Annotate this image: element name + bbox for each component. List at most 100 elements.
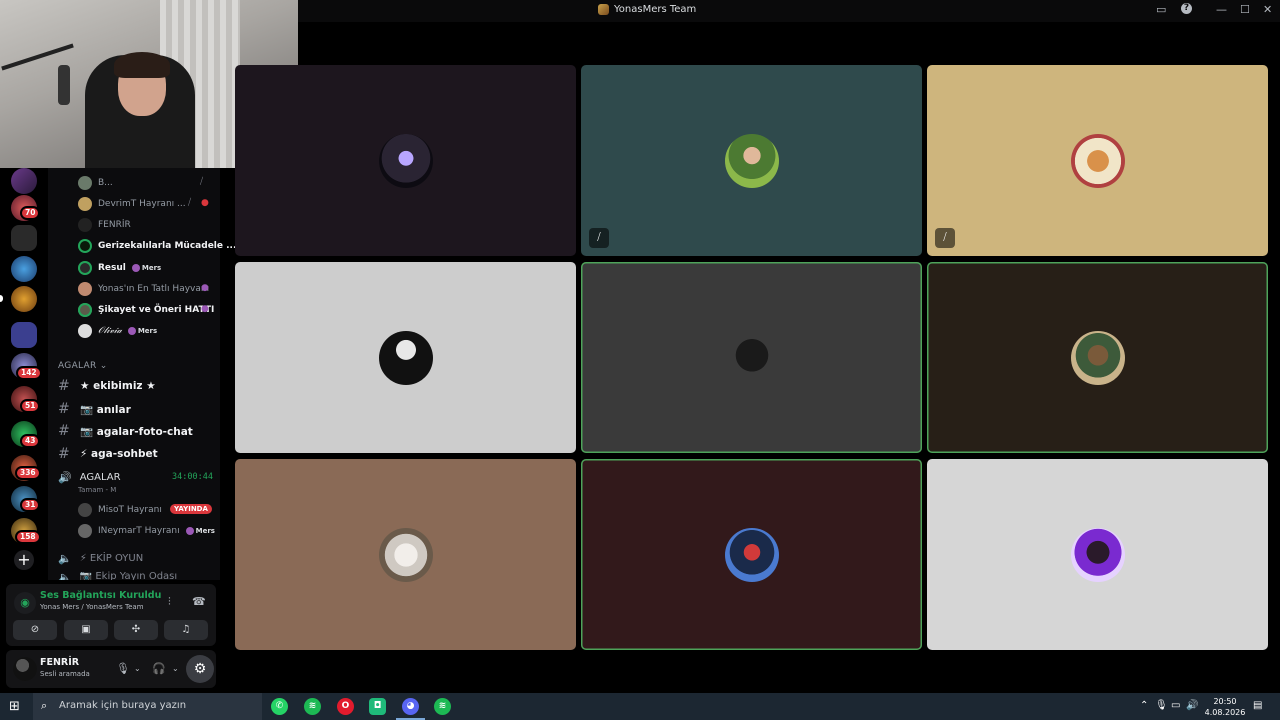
avatar [78, 503, 92, 517]
voice-user[interactable]: B... [78, 173, 113, 193]
muted-icon: ⧸ [188, 198, 192, 208]
participant-tile[interactable] [927, 459, 1268, 650]
role-icon: ● [201, 283, 209, 293]
chevron-down-icon[interactable]: ⌄ [134, 664, 141, 673]
avatar [78, 261, 92, 275]
chevron-up-icon[interactable]: ⌃ [1140, 700, 1148, 711]
text-channel[interactable]: # 📷 anılar [58, 399, 131, 419]
signal-icon: ◉ [14, 592, 36, 614]
voice-status: Tamam - M [78, 486, 117, 494]
voice-user[interactable]: Resul Mers [78, 258, 161, 278]
voice-user[interactable]: Gerizekalılarla Mücadele ... [78, 236, 236, 256]
maximize-button[interactable]: ☐ [1240, 3, 1250, 16]
voice-user[interactable]: MisoT Hayranı [78, 500, 162, 520]
hash-icon: # [58, 446, 70, 462]
avatar [724, 330, 779, 385]
opera-icon[interactable]: O [337, 698, 354, 715]
muted-icon: ⧸ [589, 228, 609, 248]
screen-share-button[interactable]: ▣ [64, 620, 108, 640]
participant-tile[interactable] [927, 262, 1268, 453]
participant-tile[interactable] [581, 262, 922, 453]
network-icon[interactable]: ▭ [1171, 700, 1180, 711]
voice-user-name: FENRİR [98, 220, 131, 230]
voice-channel[interactable]: 🔊 AGALAR [58, 468, 121, 486]
noise-suppression-icon[interactable]: ⫶ [168, 595, 171, 609]
channel-name: ★ ekibimiz ★ [80, 380, 156, 392]
avatar [1070, 527, 1125, 582]
server-icon[interactable] [11, 256, 37, 282]
status-icon: ● [201, 198, 209, 208]
headphones-icon[interactable]: 🎧 [152, 662, 166, 675]
server-icon [598, 4, 609, 15]
microphone-icon[interactable]: 🎙 [116, 662, 130, 675]
unread-badge: 51 [20, 399, 41, 413]
avatar [1070, 133, 1125, 188]
help-icon[interactable]: ? [1181, 3, 1192, 14]
avatar [378, 527, 433, 582]
server-icon[interactable] [11, 286, 37, 312]
text-channel[interactable]: # ★ ekibimiz ★ [58, 376, 156, 396]
speaker-icon: 🔈 [58, 551, 72, 565]
search-icon: ⌕ [41, 699, 48, 712]
voice-user-name: B... [98, 178, 113, 188]
voice-user[interactable]: Yonas'ın En Tatlı Hayvanı [78, 279, 209, 299]
discord-window: YonasMers Team ▭ ? — ☐ ✕ 70 142 51 43 33… [0, 0, 1280, 720]
participant-tile[interactable]: ⧸ [581, 65, 922, 256]
participant-tile[interactable] [235, 65, 576, 256]
screen-share-icon: ▣ [81, 624, 91, 635]
soundboard-button[interactable]: ♫ [164, 620, 208, 640]
voice-user[interactable]: 𝒪𝓁𝒾𝓋𝒾𝒶 Mers [78, 321, 157, 341]
close-button[interactable]: ✕ [1263, 3, 1272, 16]
camera-button[interactable]: ⊘ [13, 620, 57, 640]
activities-button[interactable]: ✣ [114, 620, 158, 640]
taskbar-clock[interactable]: 20:50 4.08.2026 [1204, 696, 1246, 718]
voice-user[interactable]: Şikayet ve Öneri HATTI [78, 300, 214, 320]
avatar [1070, 330, 1125, 385]
connection-status[interactable]: Ses Bağlantısı Kuruldu [40, 590, 161, 601]
participant-tile[interactable]: ⧸ [927, 65, 1268, 256]
screen-share-icon[interactable]: ▭ [1156, 3, 1166, 16]
volume-icon[interactable]: 🔊 [1186, 700, 1198, 711]
channel-name: 📷 anılar [80, 403, 131, 416]
text-channel[interactable]: # ⚡ aga-sohbet [58, 444, 158, 464]
hash-icon: # [58, 423, 70, 439]
settings-button[interactable]: ⚙ [186, 655, 214, 683]
participant-tile[interactable] [235, 262, 576, 453]
connection-location[interactable]: Yonas Mers / YonasMers Team [40, 603, 144, 611]
microphone-icon[interactable]: 🎙 [1155, 700, 1168, 711]
server-icon[interactable] [11, 168, 37, 194]
voice-channel[interactable]: 🔈 📷 Ekip Yayın Odası [58, 571, 177, 580]
chevron-down-icon[interactable]: ⌄ [172, 664, 179, 673]
minimize-button[interactable]: — [1216, 3, 1227, 16]
unread-badge: 142 [16, 366, 42, 380]
role-tag: Mers [128, 327, 157, 335]
voice-user[interactable]: FENRİR [78, 215, 131, 235]
folder-icon[interactable] [11, 322, 37, 348]
voice-user[interactable]: INeymarT Hayranı Mers [78, 521, 215, 541]
avatar [78, 239, 92, 253]
participant-tile[interactable] [581, 459, 922, 650]
notification-icon[interactable]: ▤ [1253, 700, 1262, 711]
avatar[interactable] [13, 657, 37, 681]
participant-tile[interactable] [235, 459, 576, 650]
search-input[interactable]: Aramak için buraya yazın [59, 700, 186, 711]
windows-start-icon[interactable]: ⊞ [9, 699, 20, 714]
voice-channel[interactable]: 🔈 ⚡ EKİP OYUN [58, 549, 143, 567]
voice-user[interactable]: DevrimT Hayranı ... [78, 194, 186, 214]
discord-icon[interactable]: ◕ [402, 698, 419, 715]
username[interactable]: FENRİR [40, 657, 79, 668]
avatar [78, 197, 92, 211]
add-server-button[interactable]: + [14, 550, 34, 570]
disconnect-icon[interactable]: ☎ [192, 595, 206, 608]
category-header[interactable]: AGALAR ⌄ [58, 361, 108, 371]
server-icon[interactable] [11, 225, 37, 251]
gear-icon: ⚙ [193, 661, 207, 677]
speaker-icon: 🔊 [58, 470, 72, 484]
taskbar-search[interactable]: ⌕ Aramak için buraya yazın [33, 693, 262, 720]
app-icon[interactable]: ◘ [369, 698, 386, 715]
text-channel[interactable]: # 📷 agalar-foto-chat [58, 421, 193, 441]
spotify-icon[interactable]: ≋ [434, 698, 451, 715]
whatsapp-icon[interactable]: ✆ [271, 698, 288, 715]
spotify-icon[interactable]: ≋ [304, 698, 321, 715]
unread-badge: 70 [20, 206, 41, 220]
